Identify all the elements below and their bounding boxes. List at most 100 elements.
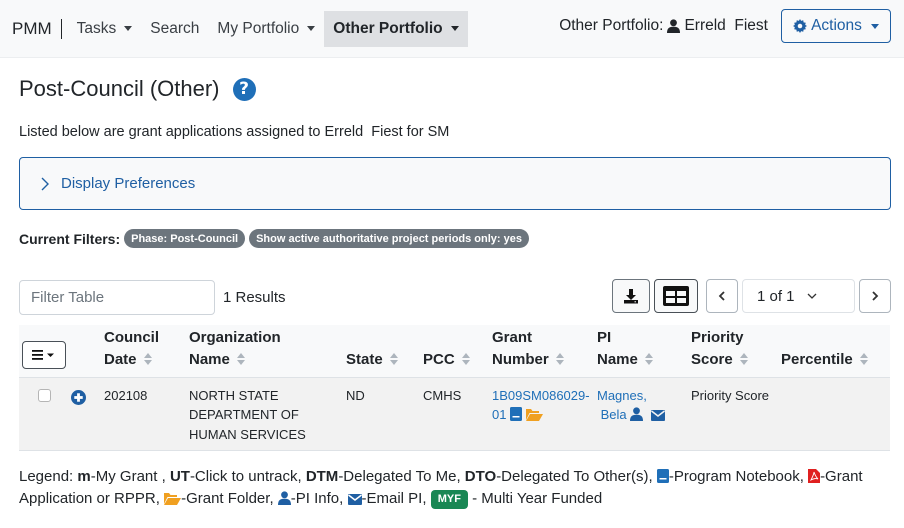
caret-down-icon (307, 26, 316, 31)
sort-icon (739, 352, 748, 365)
legend-text: -My Grant , (90, 468, 166, 485)
display-preferences-toggle[interactable]: Display Preferences (19, 157, 891, 210)
program-notebook-icon (656, 469, 669, 483)
table-controls: 1 of 1 (612, 279, 891, 313)
cell-council-date: 202108 (104, 387, 148, 403)
column-header-organization-name[interactable]: Organization Name (189, 325, 346, 377)
nav-search-label: Search (150, 19, 200, 37)
column-header-percentile[interactable]: Percentile (781, 325, 890, 377)
nav-right: Other Portfolio: Erreld Fiest Actions (559, 9, 891, 43)
caret-down-icon (450, 26, 459, 31)
cell-pi-name: Magnes, Bela (597, 377, 691, 451)
legend-text: -Email PI, (361, 489, 427, 507)
header-text: Date (104, 350, 137, 368)
column-header-pi-name[interactable]: PI Name (597, 325, 691, 377)
actions-button[interactable]: Actions (781, 9, 891, 43)
legend-text: -Click to untrack, (189, 468, 302, 485)
legend: Legend: m-My Grant , UT-Click to untrack… (19, 466, 891, 509)
cell-priority-score: Priority Score (691, 387, 770, 403)
header-text: Percentile (781, 350, 853, 368)
column-header-council-date[interactable]: Council Date (104, 325, 189, 377)
menu-icon (32, 349, 54, 360)
nav-search[interactable]: Search (141, 11, 208, 47)
email-icon[interactable] (650, 410, 665, 421)
nav-other-portfolio-label: Other Portfolio (333, 19, 443, 37)
page-title-row: Post-Council (Other) ? (19, 74, 891, 104)
column-header-priority-score[interactable]: Priority Score (691, 325, 781, 377)
filter-table-input[interactable] (19, 279, 215, 315)
table-toolbar: 1 Results (19, 279, 891, 315)
legend-label: Legend: (19, 468, 74, 485)
chevron-down-icon (807, 293, 816, 299)
header-text: State (346, 350, 383, 368)
table-header-row: Council Date Organization Name State PCC… (19, 325, 890, 377)
column-header-grant-number[interactable]: Grant Number (492, 325, 597, 377)
column-header-pcc[interactable]: PCC (423, 325, 492, 377)
nav-other-portfolio[interactable]: Other Portfolio (324, 10, 468, 47)
pi-info-icon[interactable] (630, 407, 644, 421)
header-text: Name (597, 350, 638, 368)
portfolio-prefix: Other Portfolio: (559, 17, 664, 34)
current-filters-label: Current Filters: (19, 230, 121, 247)
brand-logo[interactable]: PMM (12, 18, 62, 39)
cell-percentile (781, 377, 890, 451)
org-line: DEPARTMENT OF (189, 407, 299, 422)
top-navbar: PMM Tasks Search My Portfolio Other Port… (0, 0, 904, 58)
chevron-right-icon (872, 291, 879, 301)
sort-icon (236, 352, 245, 365)
cell-pcc: CMHS (423, 387, 462, 403)
header-text: PI (597, 328, 612, 346)
column-menu-button[interactable] (22, 340, 66, 369)
legend-text: - Multi Year Funded (472, 489, 603, 507)
page-title: Post-Council (Other) (19, 76, 220, 101)
table-grid-icon (663, 286, 689, 306)
nav-my-portfolio[interactable]: My Portfolio (208, 11, 324, 47)
page-subtitle: Listed below are grant applications assi… (19, 124, 450, 140)
sort-icon (644, 352, 653, 365)
legend-code: UT (169, 468, 190, 485)
pi-info-icon (277, 490, 291, 505)
header-text: Council (104, 328, 159, 346)
chevron-right-icon (41, 177, 49, 190)
sort-icon (143, 352, 152, 365)
main-content: Post-Council (Other) ? Listed below are … (0, 74, 904, 509)
legend-code: DTO (464, 468, 497, 485)
results-count: 1 Results (223, 288, 286, 306)
download-icon (624, 289, 638, 304)
cell-grant-number: 1B09SM086029- 01 (492, 377, 597, 451)
filter-badge: Phase: Post-Council (124, 229, 246, 248)
next-page-button[interactable] (859, 279, 891, 313)
header-text: Score (691, 350, 733, 368)
display-preferences-label: Display Preferences (61, 175, 196, 192)
legend-code: m (77, 468, 91, 485)
grant-folder-icon (164, 492, 182, 505)
program-notebook-icon[interactable] (510, 407, 523, 421)
myf-badge: MYF (430, 489, 468, 509)
grant-folder-icon[interactable] (525, 408, 543, 421)
nav-tasks[interactable]: Tasks (68, 11, 142, 47)
sort-icon (859, 352, 868, 365)
header-text: Grant (492, 328, 533, 346)
help-icon[interactable]: ? (232, 77, 256, 101)
chevron-left-icon (718, 291, 725, 301)
sort-icon (389, 352, 398, 365)
legend-code: DTM (305, 468, 339, 485)
org-line: HUMAN SERVICES (189, 426, 306, 442)
download-button[interactable] (612, 279, 650, 313)
page-select[interactable]: 1 of 1 (742, 279, 855, 313)
grant-number-part: 1B09SM086029- (492, 387, 590, 403)
legend-text: -Program Notebook, (668, 468, 804, 485)
cell-organization-name: NORTH STATE DEPARTMENT OF HUMAN SERVICES (189, 377, 346, 451)
column-header-state[interactable]: State (346, 325, 423, 377)
legend-text: -Delegated To Other(s), (496, 468, 653, 485)
user-icon (667, 19, 681, 33)
expand-plus-icon[interactable] (71, 389, 86, 405)
row-checkbox[interactable] (38, 388, 51, 402)
table-view-toggle-button[interactable] (654, 279, 698, 313)
previous-page-button[interactable] (706, 279, 738, 313)
org-line: NORTH STATE (189, 387, 279, 403)
header-text: Priority (691, 328, 744, 346)
nav-my-portfolio-label: My Portfolio (217, 19, 300, 37)
row-select-cell (19, 377, 71, 451)
gear-icon (793, 19, 808, 33)
